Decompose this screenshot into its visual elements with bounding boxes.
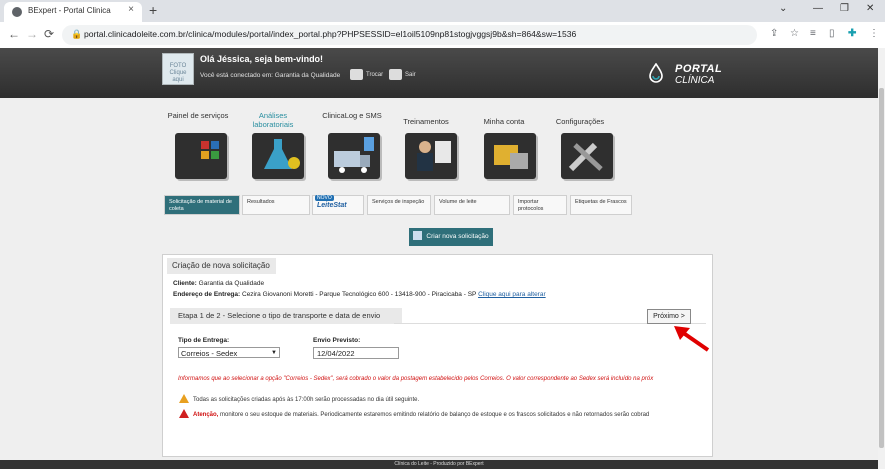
submenu-importar[interactable]: Importar protocolos bbox=[513, 195, 567, 215]
create-request-label: Criar nova solicitação bbox=[426, 233, 489, 240]
cliente-value: Garantia da Qualidade bbox=[198, 280, 265, 287]
minimize-button[interactable]: — bbox=[813, 3, 823, 14]
close-window-button[interactable]: ✕ bbox=[866, 3, 874, 14]
sidebar-icon[interactable]: ▯ bbox=[829, 28, 835, 39]
submenu-resultados[interactable]: Resultados bbox=[242, 195, 310, 215]
submenu-solicitacao-label: Solicitação de material de coleta bbox=[169, 199, 232, 212]
envio-label: Envio Previsto: bbox=[313, 337, 361, 344]
footer: Clínica do Leite - Produzido por BExpert bbox=[0, 460, 878, 469]
forward-arrow-icon[interactable]: → bbox=[26, 27, 38, 41]
submenu-volume-label: Volume de leite bbox=[439, 199, 477, 205]
scrollbar-thumb[interactable] bbox=[879, 88, 884, 448]
add-icon bbox=[413, 231, 423, 240]
step-title: Etapa 1 de 2 - Selecione o tipo de trans… bbox=[170, 308, 402, 324]
endereco-label: Endereço de Entrega: bbox=[173, 291, 241, 298]
note-stock-text: monitore o seu estoque de materiais. Per… bbox=[218, 412, 650, 418]
browser-tab-bar: BExpert - Portal Clinica × + ⌄ — ❐ ✕ bbox=[0, 0, 885, 22]
tipo-entrega-select[interactable]: Correios - Sedex ▼ bbox=[178, 347, 280, 358]
extension-icon[interactable]: ✚ bbox=[848, 28, 856, 39]
red-arrow-annotation bbox=[674, 326, 710, 352]
create-request-button[interactable]: Criar nova solicitação bbox=[409, 228, 493, 246]
tools-icon[interactable] bbox=[561, 133, 613, 179]
connected-text: Você está conectado em: Garantia da Qual… bbox=[200, 72, 341, 79]
menu-painel-label[interactable]: Painel de serviços bbox=[163, 111, 233, 120]
page-scrollbar[interactable] bbox=[878, 48, 885, 469]
menu-clinicalog-label[interactable]: ClinicaLog e SMS bbox=[317, 111, 387, 120]
share-icon[interactable]: ⇪ bbox=[770, 28, 778, 39]
content-area: Painel de serviços Análises laboratoriai… bbox=[0, 98, 878, 460]
endereco-row: Endereço de Entrega: Cezira Giovanoni Mo… bbox=[173, 291, 546, 298]
back-arrow-icon[interactable]: ← bbox=[8, 27, 20, 41]
menu-conta-label[interactable]: Minha conta bbox=[469, 117, 539, 126]
panel-title: Criação de nova solicitação bbox=[167, 258, 276, 274]
logo-text-portal: PORTAL bbox=[675, 63, 723, 75]
alterar-endereco-link[interactable]: Clique aqui para alterar bbox=[478, 291, 546, 298]
switch-user-icon[interactable] bbox=[350, 69, 363, 80]
menu-icon[interactable]: ⋮ bbox=[869, 28, 879, 39]
sair-link[interactable]: Sair bbox=[405, 72, 416, 78]
menu-treinamentos-label[interactable]: Treinamentos bbox=[391, 117, 461, 126]
browser-tab[interactable]: BExpert - Portal Clinica × bbox=[4, 2, 142, 22]
alert-icon bbox=[179, 409, 189, 418]
user-photo[interactable]: FOTO Clique aqui bbox=[162, 53, 194, 85]
envio-date-input[interactable]: 12/04/2022 bbox=[313, 347, 399, 359]
submenu-etiquetas[interactable]: Etiquetas de Frascos bbox=[570, 195, 632, 215]
greeting: Olá Jéssica, seja bem-vindo! bbox=[200, 54, 324, 64]
request-panel: Criação de nova solicitação Cliente: Gar… bbox=[162, 254, 713, 457]
endereco-value: Cezira Giovanoni Moretti - Parque Tecnol… bbox=[242, 291, 477, 298]
tab-search-icon[interactable]: ⌄ bbox=[779, 3, 787, 14]
submenu-etiquetas-label: Etiquetas de Frascos bbox=[575, 199, 627, 205]
reload-icon[interactable]: ⟳ bbox=[44, 27, 54, 41]
browser-toolbar: ← → ⟳ 🔒 portal.clinicadoleite.com.br/cli… bbox=[0, 22, 885, 49]
training-icon[interactable] bbox=[405, 133, 457, 179]
menu-config-label[interactable]: Configurações bbox=[545, 117, 615, 126]
chevron-down-icon: ▼ bbox=[271, 350, 277, 356]
favicon-globe-icon bbox=[12, 7, 22, 17]
address-bar[interactable]: 🔒 portal.clinicadoleite.com.br/clinica/m… bbox=[62, 25, 757, 45]
truck-sms-icon[interactable] bbox=[328, 133, 380, 179]
menu-analises-label[interactable]: Análises laboratoriais bbox=[238, 111, 308, 129]
submenu-importar-label: Importar protocolos bbox=[518, 199, 544, 212]
logo-text-clinica: CLÍNICA bbox=[675, 75, 715, 86]
logout-icon[interactable] bbox=[389, 69, 402, 80]
account-icon[interactable] bbox=[484, 133, 536, 179]
lock-icon[interactable]: 🔒 bbox=[71, 29, 82, 40]
note-processing: Todas as solicitações criadas após às 17… bbox=[193, 397, 420, 403]
tab-title: BExpert - Portal Clinica bbox=[28, 6, 111, 15]
note-stock-bold: Atenção, bbox=[193, 412, 219, 418]
lab-flask-icon[interactable] bbox=[252, 133, 304, 179]
tipo-label: Tipo de Entrega: bbox=[178, 337, 230, 344]
submenu-volume[interactable]: Volume de leite bbox=[434, 195, 510, 215]
star-icon[interactable]: ☆ bbox=[790, 28, 799, 39]
url-text[interactable]: portal.clinicadoleite.com.br/clinica/mod… bbox=[84, 29, 576, 39]
sedex-warning: Informamos que ao selecionar a opção "Co… bbox=[178, 376, 654, 382]
maximize-button[interactable]: ❐ bbox=[840, 3, 849, 14]
submenu-solicitacao[interactable]: Solicitação de material de coleta bbox=[164, 195, 240, 215]
new-tab-button[interactable]: + bbox=[149, 2, 157, 18]
cliente-label: Cliente: bbox=[173, 280, 197, 287]
logo-drop-icon bbox=[649, 63, 663, 83]
submenu-resultados-label: Resultados bbox=[247, 199, 275, 205]
trocar-link[interactable]: Trocar bbox=[366, 72, 383, 78]
submenu-leitestat-label: LeiteStat bbox=[317, 202, 347, 209]
submenu-servicos[interactable]: Serviços de inspeção bbox=[367, 195, 431, 215]
cliente-row: Cliente: Garantia da Qualidade bbox=[173, 280, 264, 287]
note-stock: Atenção, monitore o seu estoque de mater… bbox=[193, 412, 649, 418]
reading-list-icon[interactable]: ≡ bbox=[810, 28, 816, 39]
portal-header: FOTO Clique aqui Olá Jéssica, seja bem-v… bbox=[0, 48, 878, 98]
tipo-entrega-value: Correios - Sedex bbox=[181, 349, 238, 358]
novo-badge: NOVO bbox=[315, 195, 334, 201]
submenu-servicos-label: Serviços de inspeção bbox=[372, 199, 425, 205]
warning-icon bbox=[179, 394, 189, 403]
dashboard-icon[interactable] bbox=[175, 133, 227, 179]
tab-close-icon[interactable]: × bbox=[128, 4, 134, 15]
